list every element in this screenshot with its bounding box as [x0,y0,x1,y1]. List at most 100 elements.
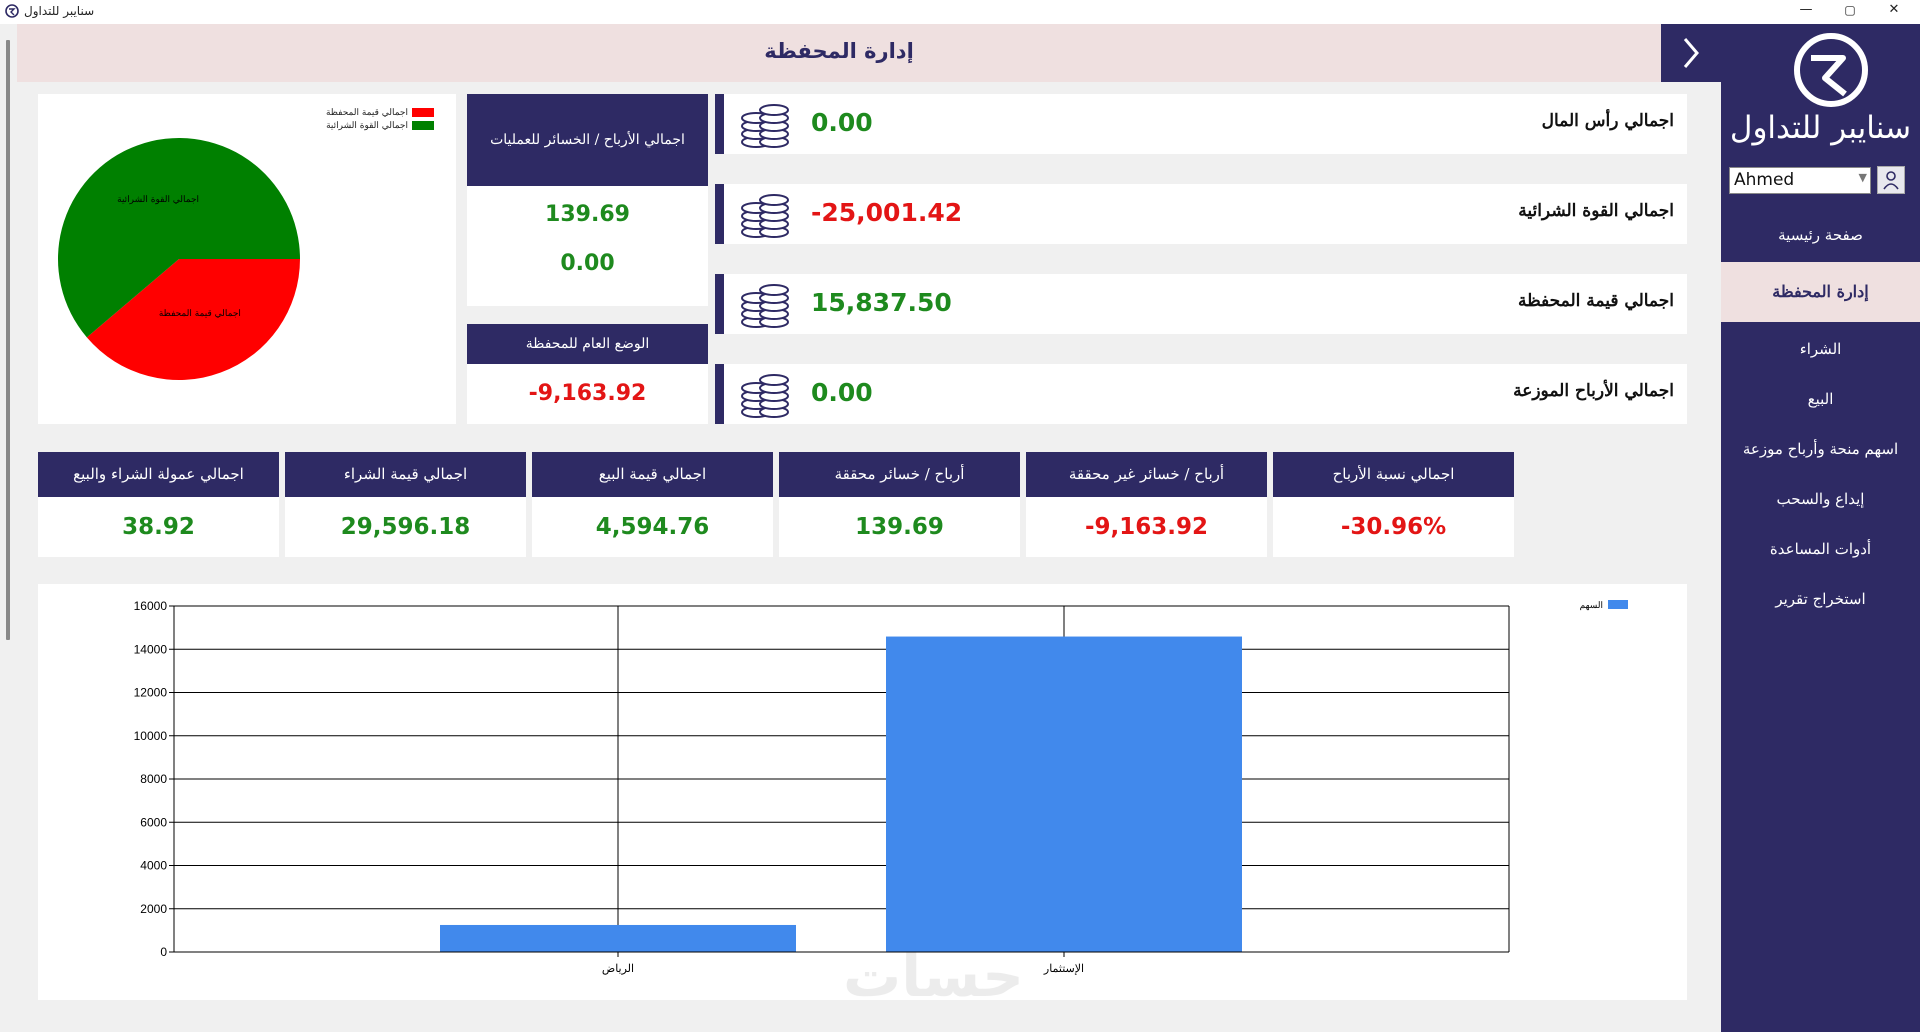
overall-status-value: -9,163.92 [467,364,708,424]
sidebar-nav: صفحة رئيسية إدارة المحفظة الشراء البيع ا… [1721,210,1920,624]
kpi-value: 29,596.18 [340,514,471,540]
stat-label: اجمالي القوة الشرائية [1518,201,1674,221]
page-header: إدارة المحفظة [17,24,1661,82]
stat-row: -25,001.42 اجمالي القوة الشرائية [715,184,1687,244]
stat-accent-bar [715,94,724,154]
stat-value: -25,001.42 [811,198,963,227]
legend-swatch [1608,600,1628,609]
coins-icon [741,104,789,148]
window-title: سنايبر للتداول [24,4,95,18]
pie-slice-label: اجمالي القوة الشرائية [117,195,199,205]
kpi-value: -30.96% [1340,514,1447,540]
stat-accent-bar [715,364,724,424]
y-tick-label: 10000 [134,729,168,743]
bar [886,636,1242,952]
stat-value: 0.00 [811,108,873,137]
window-title-bar: سنايبر للتداول — ▢ ✕ [0,0,1920,24]
stat-label: اجمالي رأس المال [1541,111,1674,131]
bar-chart: 0 2000 4000 6000 8000 10000 12000 14000 16000 الر… [134,599,1628,975]
legend-swatch [412,108,434,117]
sidebar-item-bonus-dividends[interactable]: اسهم منحة وأرباح موزعة [1721,424,1920,474]
y-tick-label: 16000 [134,599,168,613]
sidebar-item-sell[interactable]: البيع [1721,374,1920,424]
pie-chart-panel: اجمالي قيمة المحفظة اجمالي القوة الشرائي… [38,94,456,424]
sidebar: سنايبر للتداول Ahmed ▼ صفحة رئيسية إدارة… [1721,24,1920,1032]
y-tick-label: 0 [160,945,167,959]
kpi-value: 4,594.76 [595,514,710,540]
y-tick-label: 8000 [140,772,167,786]
sidebar-item-report[interactable]: استخراج تقرير [1721,574,1920,624]
maximize-button[interactable]: ▢ [1828,0,1872,22]
y-tick-label: 12000 [134,686,168,700]
kpi-label: اجمالي عمولة الشراء والبيع [38,452,279,497]
page-title: إدارة المحفظة [764,39,914,63]
user-icon [1883,171,1899,190]
operations-pl-value-1: 139.69 [545,202,630,227]
sidebar-item-buy[interactable]: الشراء [1721,324,1920,374]
pie-chart: اجمالي قيمة المحفظة اجمالي القوة الشرائية [57,137,300,380]
legend-item: اجمالي القوة الشرائية [326,119,434,132]
app-logo-icon [5,4,19,18]
user-select[interactable]: Ahmed ▼ [1729,167,1871,194]
y-tick-label: 2000 [140,902,167,916]
y-tick-label: 6000 [140,815,167,829]
overall-status-title: الوضع العام للمحفظة [467,324,708,364]
chevron-right-icon [1683,38,1699,68]
stat-accent-bar [715,184,724,244]
kpi-card: اجمالي عمولة الشراء والبيع 38.92 [38,452,279,557]
sidebar-item-deposit-withdraw[interactable]: إيداع والسحب [1721,474,1920,524]
chevron-down-icon: ▼ [1858,171,1867,184]
close-button[interactable]: ✕ [1872,0,1916,22]
kpi-value: 139.69 [855,514,944,540]
kpi-value: 38.92 [122,514,195,540]
stat-value: 15,837.50 [811,288,952,317]
kpi-card: أرباح / خسائر غير محققة -9,163.92 [1026,452,1267,557]
legend-label: السهم [1580,601,1603,611]
watermark: حسات [843,942,1024,1010]
stat-value: 0.00 [811,378,873,407]
pie-legend: اجمالي قيمة المحفظة اجمالي القوة الشرائي… [326,106,434,132]
y-tick-label: 4000 [140,859,167,873]
legend-label: اجمالي قيمة المحفظة [325,107,408,118]
x-tick-label: الرياض [602,962,634,975]
kpi-label: اجمالي نسبة الأرباح [1273,452,1514,497]
kpi-label: أرباح / خسائر غير محققة [1026,452,1267,497]
y-tick-label: 14000 [134,642,168,656]
x-tick-label: الإستثمار [1043,962,1084,975]
coins-icon [741,374,789,418]
stat-accent-bar [715,274,724,334]
sidebar-item-tools[interactable]: أدوات المساعدة [1721,524,1920,574]
coins-icon [741,284,789,328]
user-settings-button[interactable] [1877,166,1905,194]
stat-row: 0.00 اجمالي الأرباح الموزعة [715,364,1687,424]
operations-pl-title: اجمالي الأرباح / الخسائر للعمليات [467,94,708,186]
stat-label: اجمالي قيمة المحفظة [1518,291,1674,311]
sidebar-item-portfolio[interactable]: إدارة المحفظة [1721,262,1920,322]
collapse-sidebar-button[interactable] [1661,24,1721,82]
stat-label: اجمالي الأرباح الموزعة [1513,381,1674,401]
legend-label: اجمالي القوة الشرائية [326,120,408,131]
stat-row: 0.00 اجمالي رأس المال [715,94,1687,154]
pie-slice-label: اجمالي قيمة المحفظة [159,309,241,319]
bar [440,924,796,952]
brand-logo-icon [1794,33,1868,107]
minimize-button[interactable]: — [1784,0,1828,22]
bar-chart-panel: 0 2000 4000 6000 8000 10000 12000 14000 16000 الر… [38,584,1687,1000]
kpi-card: أرباح / خسائر محققة 139.69 [779,452,1020,557]
kpi-card: اجمالي نسبة الأرباح -30.96% [1273,452,1514,557]
stat-row: 15,837.50 اجمالي قيمة المحفظة [715,274,1687,334]
kpi-label: اجمالي قيمة البيع [532,452,773,497]
kpi-card: اجمالي قيمة البيع 4,594.76 [532,452,773,557]
user-select-value: Ahmed [1734,170,1795,190]
coins-icon [741,194,789,238]
kpi-card: اجمالي قيمة الشراء 29,596.18 [285,452,526,557]
kpi-label: أرباح / خسائر محققة [779,452,1020,497]
legend-item: اجمالي قيمة المحفظة [326,106,434,119]
vertical-scrollbar[interactable] [6,40,10,640]
brand-name: سنايبر للتداول [1729,110,1912,146]
legend-swatch [412,121,434,130]
operations-pl-value-2: 0.00 [560,251,615,276]
kpi-label: اجمالي قيمة الشراء [285,452,526,497]
sidebar-item-home[interactable]: صفحة رئيسية [1721,210,1920,260]
kpi-value: -9,163.92 [1084,514,1209,540]
